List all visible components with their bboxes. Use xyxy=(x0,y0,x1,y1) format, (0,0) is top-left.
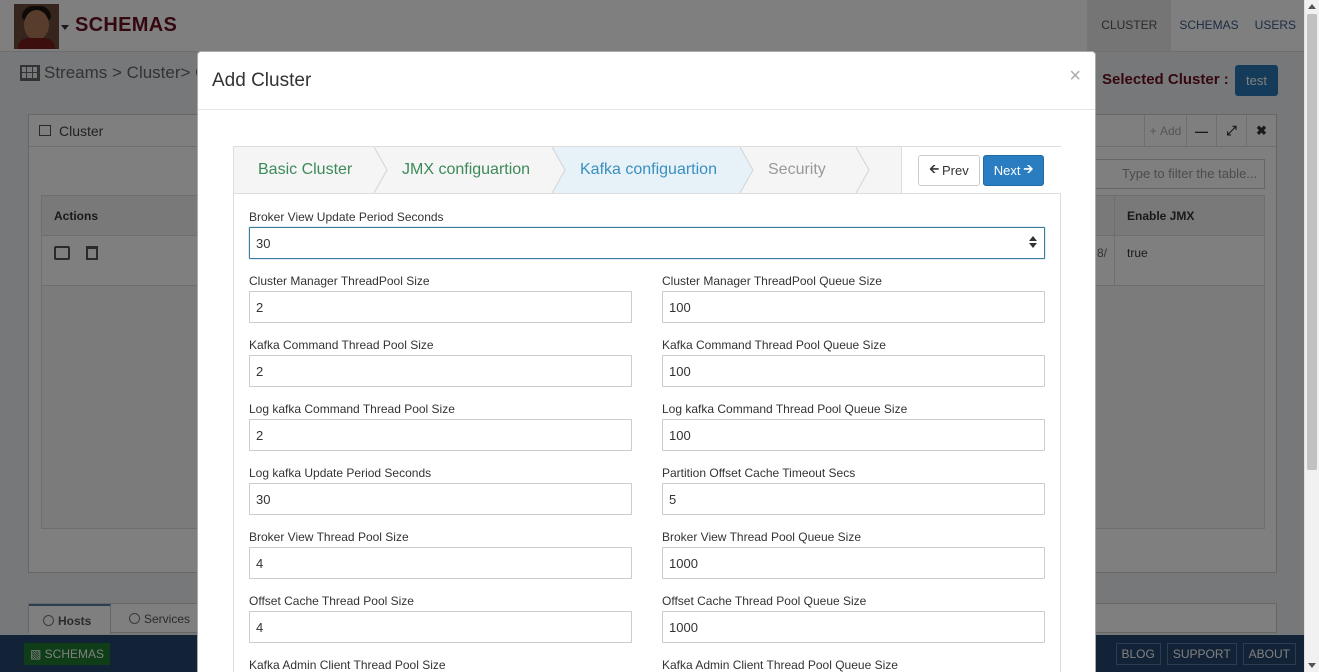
partition-offset-cache-timeout-field: Partition Offset Cache Timeout Secs xyxy=(662,466,1045,515)
kafka-admin-client-thread-pool-queue-size-field: Kafka Admin Client Thread Pool Queue Siz… xyxy=(662,658,1045,672)
offset-cache-thread-pool-queue-size-field: Offset Cache Thread Pool Queue Size xyxy=(662,594,1045,643)
field-label: Log kafka Command Thread Pool Size xyxy=(249,402,455,416)
cluster-manager-threadpool-queue-size-field: Cluster Manager ThreadPool Queue Size xyxy=(662,274,1045,323)
offset-cache-thread-pool-size-field: Offset Cache Thread Pool Size xyxy=(249,594,632,643)
broker-view-thread-pool-queue-size-field: Broker View Thread Pool Queue Size xyxy=(662,530,1045,579)
log-kafka-command-thread-pool-size-field: Log kafka Command Thread Pool Size xyxy=(249,402,632,451)
field-label: Broker View Thread Pool Size xyxy=(249,530,409,544)
arrow-right-icon: 🡪 xyxy=(1023,162,1034,176)
page-scrollbar[interactable] xyxy=(1304,0,1319,672)
field-label: Broker View Thread Pool Queue Size xyxy=(662,530,862,544)
number-spinner-icon[interactable] xyxy=(1029,236,1037,248)
broker-view-thread-pool-queue-size-input[interactable] xyxy=(662,547,1045,579)
field-label: Kafka Admin Client Thread Pool Size xyxy=(249,658,446,672)
modal-header: Add Cluster × xyxy=(198,52,1095,110)
step-security[interactable]: Security xyxy=(740,147,856,193)
log-kafka-command-thread-pool-queue-size-input[interactable] xyxy=(662,419,1045,451)
step-separator xyxy=(856,147,870,193)
scroll-down-icon[interactable] xyxy=(1308,663,1316,668)
kafka-admin-client-thread-pool-size-field: Kafka Admin Client Thread Pool Size xyxy=(249,658,632,672)
field-label: Cluster Manager ThreadPool Queue Size xyxy=(662,274,882,288)
wizard-steps: Basic Cluster JMX configuartion Kafka co… xyxy=(233,146,1061,194)
kafka-command-thread-pool-queue-size-field: Kafka Command Thread Pool Queue Size xyxy=(662,338,1045,387)
add-cluster-modal: Add Cluster × Basic Cluster JMX configua… xyxy=(197,51,1096,672)
broker-view-update-period-input[interactable] xyxy=(249,227,1045,259)
step-jmx-configuration[interactable]: JMX configuartion xyxy=(376,147,552,193)
field-label: Log kafka Update Period Seconds xyxy=(249,466,432,480)
broker-view-thread-pool-size-input[interactable] xyxy=(249,547,632,579)
arrow-left-icon: 🡨 xyxy=(929,162,939,176)
step-separator xyxy=(740,147,754,193)
step-separator xyxy=(374,147,388,193)
log-kafka-command-thread-pool-size-input[interactable] xyxy=(249,419,632,451)
offset-cache-thread-pool-size-input[interactable] xyxy=(249,611,632,643)
field-label: Log kafka Command Thread Pool Queue Size xyxy=(662,402,908,416)
next-button[interactable]: Next 🡪 xyxy=(983,155,1044,186)
field-label: Cluster Manager ThreadPool Size xyxy=(249,274,430,288)
step-basic-cluster[interactable]: Basic Cluster xyxy=(234,147,376,193)
kafka-command-thread-pool-size-input[interactable] xyxy=(249,355,632,387)
close-icon[interactable]: × xyxy=(1069,65,1081,88)
offset-cache-thread-pool-queue-size-input[interactable] xyxy=(662,611,1045,643)
cluster-manager-threadpool-size-field: Cluster Manager ThreadPool Size xyxy=(249,274,632,323)
log-kafka-command-thread-pool-queue-size-field: Log kafka Command Thread Pool Queue Size xyxy=(662,402,1045,451)
field-label: Kafka Command Thread Pool Queue Size xyxy=(662,338,886,352)
modal-title: Add Cluster xyxy=(212,70,312,91)
broker-view-update-period-field: Broker View Update Period Seconds xyxy=(249,210,1045,259)
field-label: Kafka Admin Client Thread Pool Queue Siz… xyxy=(662,658,898,672)
log-kafka-update-period-field: Log kafka Update Period Seconds xyxy=(249,466,632,515)
cluster-manager-threadpool-queue-size-input[interactable] xyxy=(662,291,1045,323)
field-label: Partition Offset Cache Timeout Secs xyxy=(662,466,856,480)
kafka-command-thread-pool-size-field: Kafka Command Thread Pool Size xyxy=(249,338,632,387)
step-separator xyxy=(552,147,566,193)
scroll-up-icon[interactable] xyxy=(1308,4,1316,9)
scroll-thumb[interactable] xyxy=(1307,14,1317,470)
partition-offset-cache-timeout-input[interactable] xyxy=(662,483,1045,515)
prev-button[interactable]: 🡨 Prev xyxy=(918,155,980,186)
field-label: Offset Cache Thread Pool Size xyxy=(249,594,414,608)
step-kafka-configuration[interactable]: Kafka configuartion xyxy=(552,147,740,193)
kafka-command-thread-pool-queue-size-input[interactable] xyxy=(662,355,1045,387)
field-label: Offset Cache Thread Pool Queue Size xyxy=(662,594,867,608)
wizard-buttons: 🡨 Prev Next 🡪 xyxy=(901,147,1061,193)
kafka-config-form: Broker View Update Period Seconds Cluste… xyxy=(233,194,1061,672)
cluster-manager-threadpool-size-input[interactable] xyxy=(249,291,632,323)
log-kafka-update-period-input[interactable] xyxy=(249,483,632,515)
field-label: Kafka Command Thread Pool Size xyxy=(249,338,434,352)
broker-view-thread-pool-size-field: Broker View Thread Pool Size xyxy=(249,530,632,579)
field-label: Broker View Update Period Seconds xyxy=(249,210,444,224)
